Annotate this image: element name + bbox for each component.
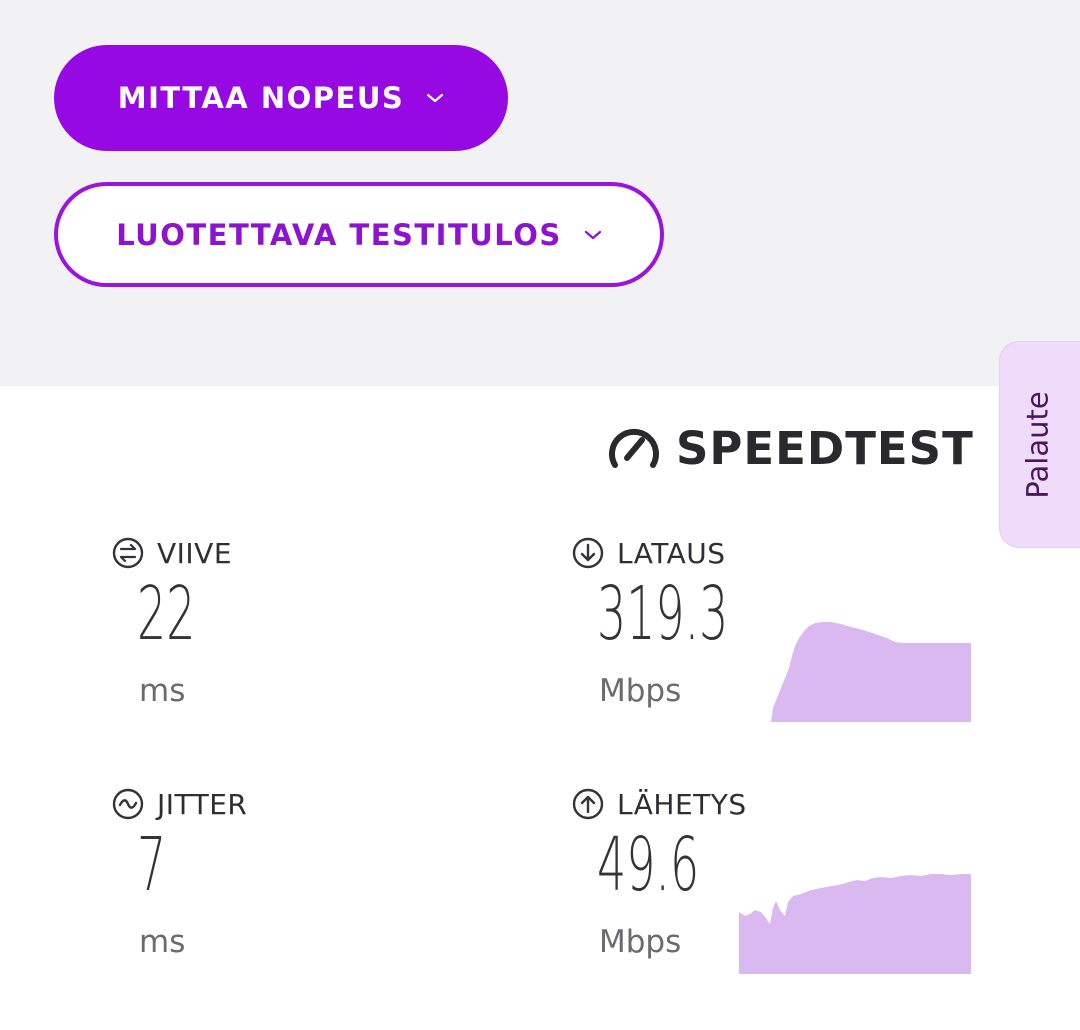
latency-metric: VIIVE 22 ms [111,533,233,709]
measure-speed-label: MITTAA NOPEUS [117,81,405,115]
jitter-label: JITTER [157,787,248,821]
jitter-value: 7 [137,822,167,908]
speedometer-icon [606,421,662,475]
chevron-down-icon [426,92,444,104]
latency-unit: ms [139,673,186,709]
download-speed-graph [771,622,971,722]
measure-speed-button[interactable]: MITTAA NOPEUS [54,45,508,151]
speedtest-logo-text: SPEEDTEST [676,421,974,475]
download-metric: LATAUS 319.3 Mbps [571,533,728,709]
download-graph-area [771,622,971,722]
latency-icon [111,536,145,570]
upload-value: 49.6 [597,822,700,908]
feedback-label: Palaute [1021,390,1056,499]
upload-graph-area [739,874,971,974]
feedback-tab[interactable]: Palaute [999,341,1080,548]
reliable-result-label: LUOTETTAVA TESTITULOS [116,217,562,252]
upload-speed-graph [739,874,971,974]
jitter-unit: ms [139,924,186,960]
reliable-result-button[interactable]: LUOTETTAVA TESTITULOS [54,182,664,287]
download-value: 319.3 [597,571,729,657]
latency-label: VIIVE [157,536,233,570]
chevron-down-icon [584,229,602,241]
download-arrow-icon [571,536,605,570]
upload-arrow-icon [571,787,605,821]
download-label: LATAUS [617,536,726,570]
upload-unit: Mbps [599,924,682,960]
upload-metric: LÄHETYS 49.6 Mbps [571,784,747,960]
speedtest-logo: SPEEDTEST [606,418,974,478]
download-unit: Mbps [599,673,682,709]
upload-label: LÄHETYS [617,787,747,821]
latency-value: 22 [137,571,196,657]
jitter-metric: JITTER 7 ms [111,784,248,960]
jitter-wave-icon [111,787,145,821]
